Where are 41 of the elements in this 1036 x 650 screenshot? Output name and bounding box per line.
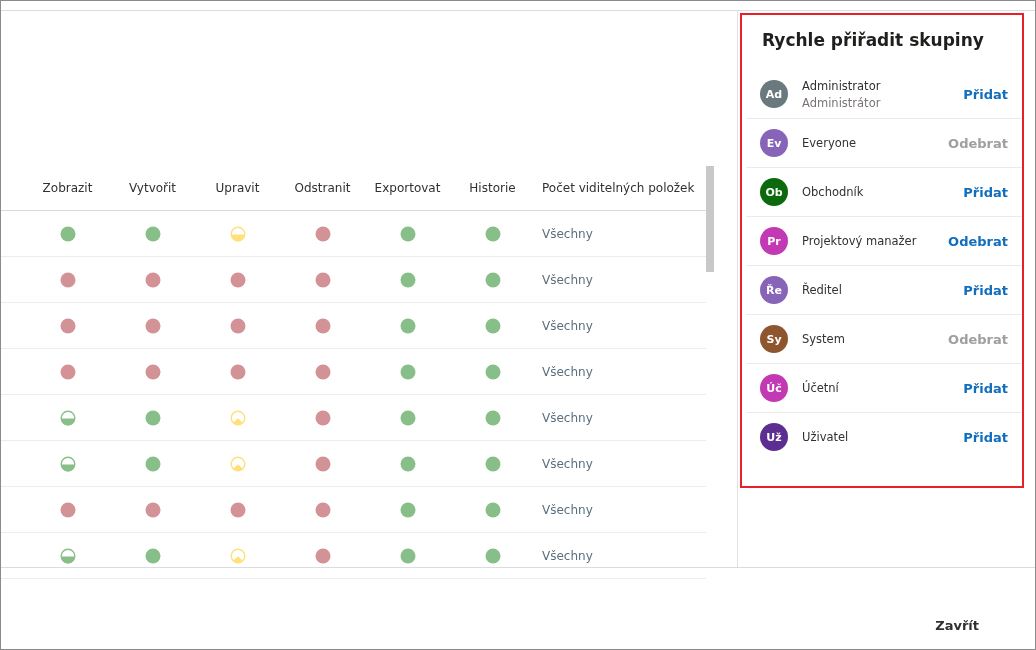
column-header: Upravit [215,181,260,195]
column-header: Odstranit [294,181,351,195]
group-action-button[interactable]: Přidat [963,280,1008,300]
scrollbar-thumb[interactable] [706,166,714,272]
visible-items-value: Všechny [542,456,593,471]
visible-items-value: Všechny [542,226,593,241]
close-button[interactable]: Zavřít [935,614,979,637]
column-header: Vytvořit [128,181,177,195]
group-name: Administrator [802,78,882,93]
column-header: Zobrazit [42,181,93,195]
group-avatar: Ev [760,129,788,157]
group-name: Obchodník [802,185,865,199]
group-name: Ředitel [802,283,843,297]
group-action-button[interactable]: Odebrat [948,231,1008,251]
group-avatar: Ře [760,276,788,304]
group-avatar: Sy [760,325,788,353]
group-name: Účetní [802,381,840,395]
column-header: Počet viditelných položek [541,181,696,195]
group-action-button[interactable]: Přidat [963,378,1008,398]
group-avatar: Ob [760,178,788,206]
column-header: Historie [469,181,516,195]
group-name: Everyone [802,136,858,150]
group-action-button[interactable]: Přidat [963,84,1008,104]
visible-items-value: Všechny [542,410,593,425]
group-action-button[interactable]: Přidat [963,182,1008,202]
visible-items-value: Všechny [542,502,593,517]
group-avatar: Už [760,423,788,451]
visible-items-value: Všechny [542,548,593,563]
group-avatar: Úč [760,374,788,402]
visible-items-value: Všechny [542,318,593,333]
group-name: Projektový manažer [802,234,918,248]
group-avatar: Pr [760,227,788,255]
group-avatar: Ad [760,80,788,108]
group-subtitle: Administrátor [802,95,882,110]
column-header: Exportovat [374,181,441,195]
group-action-button[interactable]: Přidat [963,427,1008,447]
visible-items-value: Všechny [542,364,593,379]
group-name: System [802,332,846,346]
visible-items-value: Všechny [542,272,593,287]
panel-title: Rychle přiřadit skupiny [762,30,984,50]
group-name: Uživatel [802,430,850,444]
